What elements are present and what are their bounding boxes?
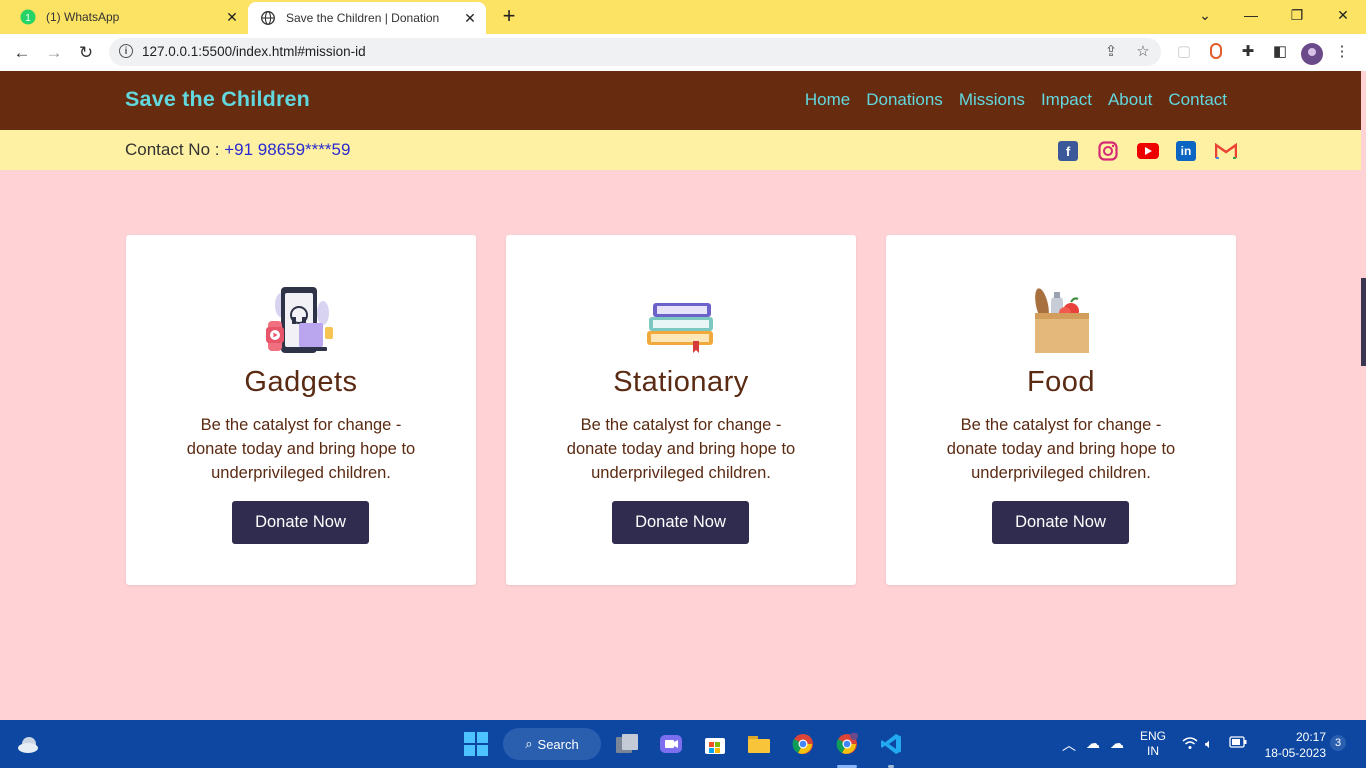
card-description: Be the catalyst for change - donate toda… [946, 416, 1176, 482]
svg-text:1: 1 [25, 13, 31, 24]
clock-time: 20:17 [1295, 730, 1326, 744]
region-code: IN [1147, 744, 1159, 758]
nav-home[interactable]: Home [805, 90, 850, 110]
site-info-icon[interactable]: i [119, 44, 133, 58]
card-description: Be the catalyst for change - donate toda… [566, 416, 796, 482]
close-window-button[interactable]: ✕ [1320, 0, 1366, 30]
start-windows-icon[interactable] [464, 732, 488, 756]
tab-donation[interactable]: Save the Children | Donation ✕ [248, 2, 486, 34]
card-description: Be the catalyst for change - donate toda… [186, 416, 416, 482]
new-tab-button[interactable]: + [498, 5, 520, 28]
instagram-icon[interactable] [1098, 141, 1118, 161]
chrome-profile-icon[interactable] [835, 732, 859, 756]
page-scrollbar[interactable] [1361, 71, 1366, 720]
url-text: 127.0.0.1:5500/index.html#mission-id [142, 44, 366, 59]
browser-toolbar: ← → ↻ i 127.0.0.1:5500/index.html#missio… [0, 34, 1366, 72]
taskbar-search-button[interactable]: ⌕ Search [503, 728, 601, 760]
grocery-bag-icon [1021, 283, 1101, 358]
extensions-puzzle-icon[interactable]: ✚ [1239, 43, 1257, 61]
whatsapp-icon: 1 [20, 9, 36, 25]
nav-missions[interactable]: Missions [959, 90, 1025, 110]
contact-phone[interactable]: +91 98659****59 [224, 140, 350, 159]
tab-strip: 1 (1) WhatsApp ✕ Save the Children | Don… [0, 0, 1366, 34]
card-food: Food Be the catalyst for change - donate… [886, 235, 1236, 585]
show-hidden-icons-chevron-icon[interactable]: ︿ [1062, 735, 1076, 755]
contact-info: Contact No : +91 98659****59 [125, 140, 350, 160]
menu-icon[interactable]: ⋮ [1333, 43, 1351, 61]
address-bar[interactable]: i 127.0.0.1:5500/index.html#mission-id ⇪… [109, 38, 1161, 66]
scrollbar-thumb[interactable] [1361, 278, 1366, 366]
side-panel-icon[interactable]: ◧ [1271, 43, 1289, 61]
site-logo[interactable]: Save the Children [125, 87, 310, 112]
nav-about[interactable]: About [1108, 90, 1152, 110]
close-tab-icon[interactable]: ✕ [222, 9, 242, 26]
microsoft-store-icon[interactable] [703, 732, 727, 756]
gmail-icon[interactable] [1215, 141, 1237, 161]
close-tab-icon[interactable]: ✕ [460, 10, 480, 27]
donate-now-button[interactable]: Donate Now [232, 501, 369, 544]
card-title: Food [1026, 366, 1096, 398]
facebook-icon[interactable]: f [1058, 141, 1078, 161]
donate-now-button[interactable]: Donate Now [992, 501, 1129, 544]
minimize-button[interactable]: — [1228, 0, 1274, 30]
books-icon [641, 283, 721, 358]
language-indicator[interactable]: ENG IN [1140, 729, 1166, 759]
task-view-icon[interactable] [615, 732, 639, 756]
linkedin-icon[interactable]: in [1176, 141, 1196, 161]
battery-icon[interactable] [1229, 736, 1247, 751]
search-icon: ⌕ [525, 736, 533, 751]
contact-bar: Contact No : +91 98659****59 f in [0, 130, 1361, 170]
back-button[interactable]: ← [9, 40, 35, 66]
extension-icon[interactable] [1207, 43, 1225, 61]
onedrive-cloud-icon[interactable]: ☁ [1086, 735, 1100, 752]
globe-icon [260, 10, 276, 26]
clock[interactable]: 20:17 18-05-2023 [1258, 729, 1326, 761]
main-nav: Home Donations Missions Impact About Con… [805, 90, 1227, 110]
youtube-icon[interactable] [1137, 143, 1159, 159]
extension-icon[interactable]: ▢ [1175, 43, 1193, 61]
nav-impact[interactable]: Impact [1041, 90, 1092, 110]
card-stationary: Stationary Be the catalyst for change - … [506, 235, 856, 585]
site-header: Save the Children Home Donations Mission… [0, 71, 1361, 130]
vscode-icon[interactable] [879, 732, 903, 756]
teams-chat-icon[interactable] [659, 732, 683, 756]
weather-icon[interactable] [16, 732, 40, 756]
restore-button[interactable]: ❐ [1274, 0, 1320, 30]
file-explorer-icon[interactable] [747, 732, 771, 756]
language-code: ENG [1140, 729, 1167, 743]
forward-button[interactable]: → [41, 40, 67, 66]
nav-donations[interactable]: Donations [866, 90, 943, 110]
card-title: Gadgets [244, 366, 358, 398]
nav-contact[interactable]: Contact [1168, 90, 1227, 110]
contact-label: Contact No : [125, 140, 225, 159]
clock-date: 18-05-2023 [1264, 746, 1326, 760]
gadgets-icon [261, 283, 341, 358]
volume-icon[interactable]: 🔈︎ [1205, 736, 1213, 752]
cloud-sync-icon[interactable]: ☁ [1110, 735, 1124, 752]
tab-whatsapp[interactable]: 1 (1) WhatsApp ✕ [8, 0, 248, 34]
wifi-icon[interactable] [1182, 736, 1198, 753]
tab-title: (1) WhatsApp [46, 10, 120, 24]
tab-title: Save the Children | Donation [286, 11, 440, 25]
card-title: Stationary [613, 366, 749, 398]
search-label: Search [537, 736, 579, 752]
donate-now-button[interactable]: Donate Now [612, 501, 749, 544]
tab-search-icon[interactable]: ⌄ [1182, 0, 1228, 30]
card-gadgets: Gadgets Be the catalyst for change - don… [126, 235, 476, 585]
taskbar: ⌕ Search ︿ ☁ ☁ ENG IN 🔈︎ 20:17 18-05-202… [0, 720, 1366, 768]
chrome-icon[interactable] [791, 732, 815, 756]
reload-button[interactable]: ↻ [73, 40, 99, 66]
profile-avatar[interactable] [1301, 43, 1323, 65]
notification-badge[interactable]: 3 [1330, 735, 1346, 751]
share-icon[interactable]: ⇪ [1102, 43, 1120, 61]
bookmark-star-icon[interactable]: ☆ [1134, 43, 1152, 61]
